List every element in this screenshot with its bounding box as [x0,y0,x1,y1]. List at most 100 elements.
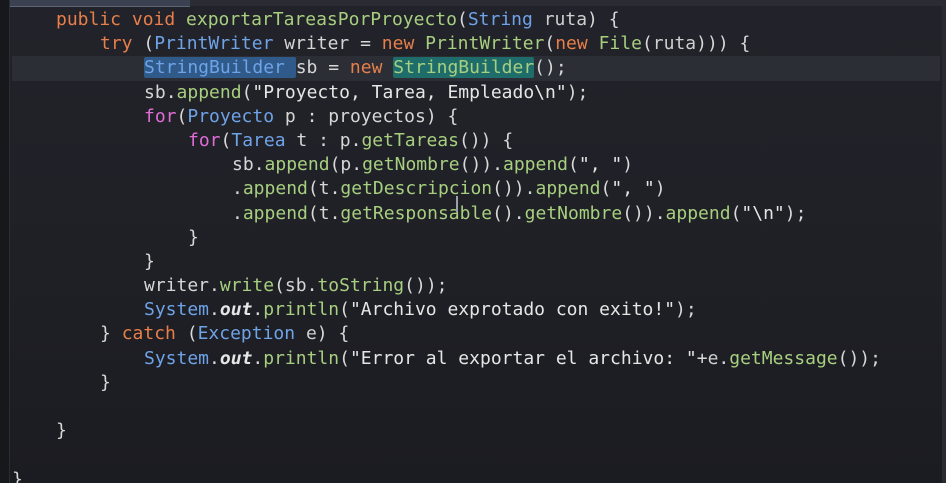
code-token: Tarea [231,129,297,151]
code-token: write [219,275,275,297]
code-token: ()). [459,154,503,176]
code-line[interactable]: sb.append(p.getNombre()).append(", ") [12,153,940,177]
code-token: Exception [197,323,306,345]
code-line[interactable]: sb.append("Proyecto, Tarea, Empleado\n")… [12,81,940,105]
code-token: ) { [425,105,459,127]
code-token: Proyecto [187,105,285,127]
code-token: ( [339,347,350,369]
code-token: sb [284,275,307,297]
code-token: new [381,33,426,55]
code-token: . [209,299,220,321]
code-token: = [328,57,350,79]
code-token: . [252,347,264,369]
code-token: . [350,129,362,151]
code-token: ( [641,33,653,55]
code-token: (). [492,202,525,224]
code-token: e [707,347,719,369]
editor-tab[interactable] [0,0,190,7]
code-token: writer [284,33,361,55]
code-token: append [503,154,569,176]
code-token: ruta [652,33,697,55]
code-token: t [296,129,319,151]
code-token: ); [566,81,589,103]
code-line[interactable]: for(Proyecto p : proyectos) { [12,105,940,129]
code-token: sb [295,57,329,79]
code-token: append [535,178,601,200]
code-token: . [718,347,730,369]
code-line[interactable]: for(Tarea t : p.getTareas()) { [12,129,940,153]
code-token: "Proyecto, Tarea, Empleado\n" [252,81,567,103]
code-token: ( [186,323,198,345]
vertical-scrollbar[interactable] [942,0,946,483]
code-token: ( [544,33,556,55]
code-token: ( [339,299,350,321]
code-token: sb [232,154,254,176]
code-line[interactable]: public void exportarTareasPorProyecto(St… [12,8,940,32]
code-line[interactable]: .append(t.getDescripcion()).append(", ") [12,177,940,201]
code-line[interactable]: } [12,250,940,274]
code-token: . [351,154,363,176]
code-token: ( [220,129,232,151]
code-token: ( [568,154,579,176]
code-token: . [253,154,265,176]
code-token: File [598,33,642,55]
code-token: ()); [837,347,881,369]
code-token: } [100,323,122,345]
code-token: ) { [316,323,350,345]
code-line[interactable] [12,443,940,467]
code-token: : [306,105,329,127]
code-token: t [318,178,330,200]
code-token: ( [143,33,155,55]
code-token: ( [600,178,612,200]
code-token: getDescripcion [340,178,493,200]
code-line[interactable]: System.out.println("Archivo exprotado co… [12,298,940,322]
code-token: e [305,323,317,345]
code-line[interactable]: } [12,419,940,443]
code-line[interactable]: } [12,468,940,483]
code-line[interactable]: writer.write(sb.toString()); [12,274,940,298]
code-token: . [165,81,177,103]
code-token: p [340,154,352,176]
code-line[interactable]: } [12,226,940,250]
code-token: for [188,129,221,151]
code-token: writer [144,275,210,297]
code-line[interactable]: } [12,371,940,395]
code-token: . [232,178,243,200]
code-token: . [329,178,341,200]
code-token: void [131,9,187,30]
code-area[interactable]: public void exportarTareasPorProyecto(St… [12,8,940,483]
code-token: = [360,33,382,55]
code-token: + [696,347,708,369]
code-token: ( [730,202,742,224]
code-token: append [242,178,308,200]
code-token: . [232,202,243,224]
editor-tab-strip [0,0,946,7]
code-token: catch [121,323,187,345]
code-line[interactable]: StringBuilder sb = new StringBuilder(); [12,56,940,81]
code-token: ); [784,202,807,224]
code-line[interactable]: } catch (Exception e) { [12,322,940,346]
code-token: t [318,202,330,224]
code-token: new [555,33,599,55]
code-token: println [263,347,340,369]
code-line[interactable] [12,395,940,419]
text-cursor-icon [456,196,458,212]
code-line[interactable]: .append(t.getResponsable().getNombre()).… [12,202,940,226]
code-token: } [188,226,199,248]
code-line[interactable]: System.out.println("Error al exportar el… [12,347,940,371]
code-token: String [467,9,544,30]
code-token: . [209,275,220,297]
code-editor[interactable]: public void exportarTareasPorProyecto(St… [0,0,946,483]
code-token: . [252,299,264,321]
code-token: ( [241,81,253,103]
code-token: ruta [543,9,588,30]
code-token: "\n" [741,202,785,224]
code-token: out [219,347,253,369]
code-line[interactable]: try (PrintWriter writer = new PrintWrite… [12,32,940,56]
code-token: . [209,347,220,369]
code-token: append [264,154,330,176]
code-token: . [329,202,341,224]
code-token: ()); [404,275,448,297]
code-token: ( [176,105,188,127]
code-token: ) { [587,9,620,30]
